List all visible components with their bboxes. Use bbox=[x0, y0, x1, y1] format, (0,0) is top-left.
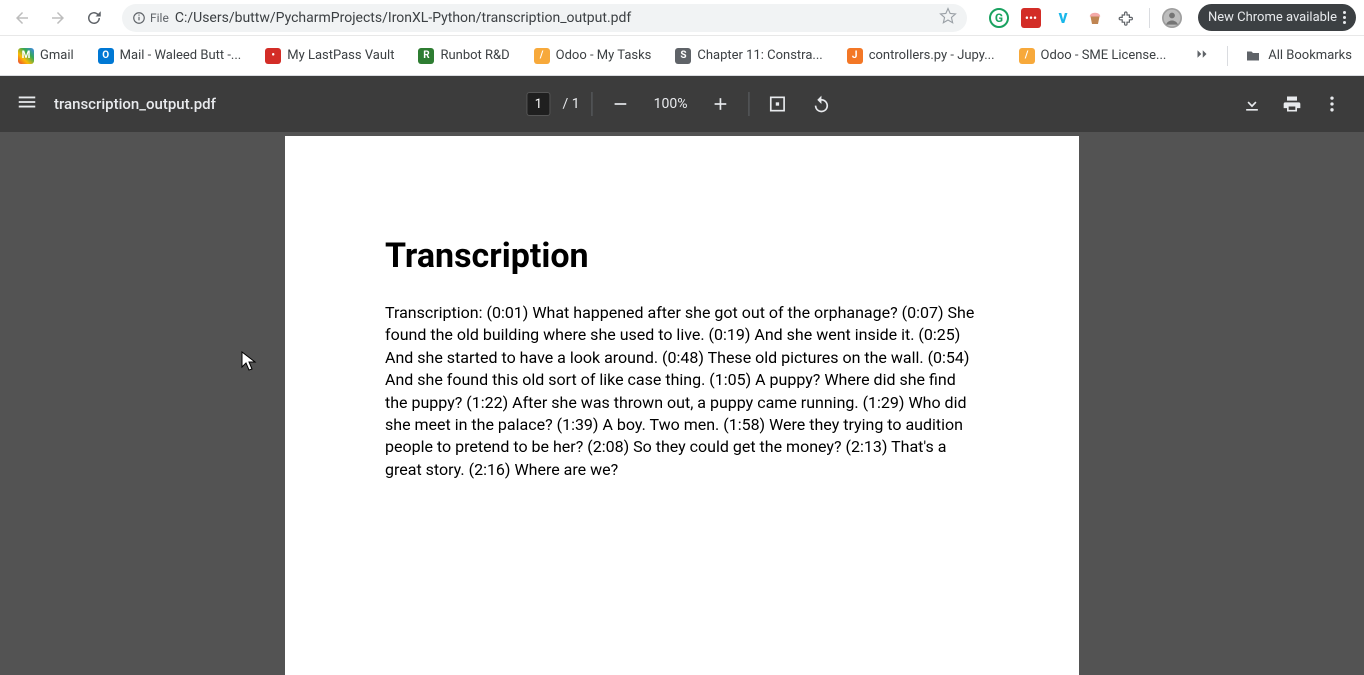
url-text: C:/Users/buttw/PycharmProjects/IronXL-Py… bbox=[175, 10, 631, 26]
chrome-update-button[interactable]: New Chrome available bbox=[1198, 4, 1356, 31]
fit-page-button[interactable] bbox=[762, 88, 794, 120]
bookmark-label: Runbot R&D bbox=[440, 48, 509, 63]
avatar-icon bbox=[1162, 8, 1182, 28]
file-badge: File bbox=[132, 11, 169, 25]
odoo-icon: / bbox=[1019, 48, 1035, 64]
reload-icon bbox=[85, 9, 103, 27]
bookmark-item[interactable]: O Mail - Waleed Butt -... bbox=[92, 44, 248, 68]
print-button[interactable] bbox=[1276, 88, 1308, 120]
bookmark-item[interactable]: R Runbot R&D bbox=[412, 44, 515, 68]
browser-nav-bar: File C:/Users/buttw/PycharmProjects/Iron… bbox=[0, 0, 1364, 36]
minus-icon bbox=[611, 94, 631, 114]
bookmark-item[interactable]: M Gmail bbox=[12, 44, 80, 68]
zoom-out-button[interactable] bbox=[605, 88, 637, 120]
gmail-icon: M bbox=[18, 48, 34, 64]
bookmark-label: Gmail bbox=[40, 48, 74, 63]
separator bbox=[749, 92, 750, 116]
bookmark-label: controllers.py - Jupy... bbox=[869, 48, 995, 63]
reload-button[interactable] bbox=[80, 4, 108, 32]
pdf-toolbar-center: / 1 100% bbox=[526, 88, 837, 120]
bookmark-item[interactable]: / Odoo - SME License... bbox=[1013, 44, 1173, 68]
arrow-right-icon bbox=[49, 9, 67, 27]
document-body: Transcription: (0:01) What happened afte… bbox=[385, 302, 979, 481]
bookmarks-bar: M Gmail O Mail - Waleed Butt -... • My L… bbox=[0, 36, 1364, 76]
bookmark-label: Chapter 11: Constra... bbox=[697, 48, 822, 63]
bookmark-label: Mail - Waleed Butt -... bbox=[120, 48, 242, 63]
back-button[interactable] bbox=[8, 4, 36, 32]
extensions-menu-button[interactable] bbox=[1117, 8, 1137, 28]
kebab-icon bbox=[1322, 94, 1342, 114]
arrow-left-icon bbox=[13, 9, 31, 27]
chrome-update-label: New Chrome available bbox=[1208, 10, 1337, 25]
rotate-button[interactable] bbox=[806, 88, 838, 120]
bookmark-label: Odoo - SME License... bbox=[1041, 48, 1167, 63]
file-badge-label: File bbox=[150, 11, 169, 25]
runbot-icon: R bbox=[418, 48, 434, 64]
all-bookmarks-button[interactable]: All Bookmarks bbox=[1244, 47, 1352, 65]
extension-generic-icon[interactable] bbox=[1085, 8, 1105, 28]
bookmark-item[interactable]: S Chapter 11: Constra... bbox=[669, 44, 828, 68]
all-bookmarks-label: All Bookmarks bbox=[1268, 48, 1352, 63]
kebab-icon bbox=[1343, 11, 1346, 24]
extension-grammarly-icon[interactable]: G bbox=[989, 8, 1009, 28]
rotate-icon bbox=[812, 94, 832, 114]
download-button[interactable] bbox=[1236, 88, 1268, 120]
jupyter-icon: J bbox=[847, 48, 863, 64]
pdf-filename: transcription_output.pdf bbox=[54, 95, 216, 113]
puzzle-icon bbox=[1118, 9, 1136, 27]
bookmark-label: Odoo - My Tasks bbox=[556, 48, 652, 63]
page-number-input[interactable] bbox=[526, 92, 550, 116]
bookmark-item[interactable]: / Odoo - My Tasks bbox=[528, 44, 658, 68]
bookmark-item[interactable]: • My LastPass Vault bbox=[259, 44, 400, 68]
pdf-content-area[interactable]: Transcription Transcription: (0:01) What… bbox=[0, 132, 1364, 675]
mouse-cursor-icon bbox=[241, 351, 257, 373]
cupcake-icon bbox=[1086, 9, 1104, 27]
bookmarks-overflow-button[interactable] bbox=[1193, 45, 1211, 67]
pdf-more-button[interactable] bbox=[1316, 88, 1348, 120]
profile-avatar[interactable] bbox=[1162, 8, 1182, 28]
download-icon bbox=[1242, 94, 1262, 114]
separator bbox=[1227, 46, 1228, 66]
star-icon bbox=[939, 7, 957, 25]
page-total: / 1 bbox=[562, 96, 579, 112]
folder-icon bbox=[1244, 47, 1262, 65]
extension-lastpass-icon[interactable]: ••• bbox=[1021, 8, 1041, 28]
fit-page-icon bbox=[768, 94, 788, 114]
forward-button[interactable] bbox=[44, 4, 72, 32]
pdf-menu-button[interactable] bbox=[16, 91, 38, 117]
pdf-toolbar-right bbox=[1236, 88, 1348, 120]
separator bbox=[592, 92, 593, 116]
zoom-level: 100% bbox=[649, 96, 693, 112]
print-icon bbox=[1282, 94, 1302, 114]
extension-vimeo-icon[interactable]: v bbox=[1053, 8, 1073, 28]
odoo-icon: / bbox=[534, 48, 550, 64]
address-bar[interactable]: File C:/Users/buttw/PycharmProjects/Iron… bbox=[122, 4, 967, 32]
pdf-toolbar: transcription_output.pdf / 1 100% bbox=[0, 76, 1364, 132]
extension-icons: G ••• v bbox=[989, 8, 1182, 28]
outlook-icon: O bbox=[98, 48, 114, 64]
bookmark-label: My LastPass Vault bbox=[287, 48, 394, 63]
info-icon bbox=[132, 11, 146, 25]
bookmark-item[interactable]: J controllers.py - Jupy... bbox=[841, 44, 1001, 68]
pdf-page: Transcription Transcription: (0:01) What… bbox=[285, 136, 1079, 675]
hamburger-icon bbox=[16, 91, 38, 113]
plus-icon bbox=[711, 94, 731, 114]
document-heading: Transcription bbox=[385, 236, 979, 276]
page-total-value: 1 bbox=[572, 96, 580, 112]
doc-icon: S bbox=[675, 48, 691, 64]
zoom-in-button[interactable] bbox=[705, 88, 737, 120]
lastpass-icon: • bbox=[265, 48, 281, 64]
separator bbox=[1149, 8, 1150, 28]
bookmark-star-button[interactable] bbox=[939, 7, 957, 29]
chevron-double-right-icon bbox=[1193, 45, 1211, 63]
